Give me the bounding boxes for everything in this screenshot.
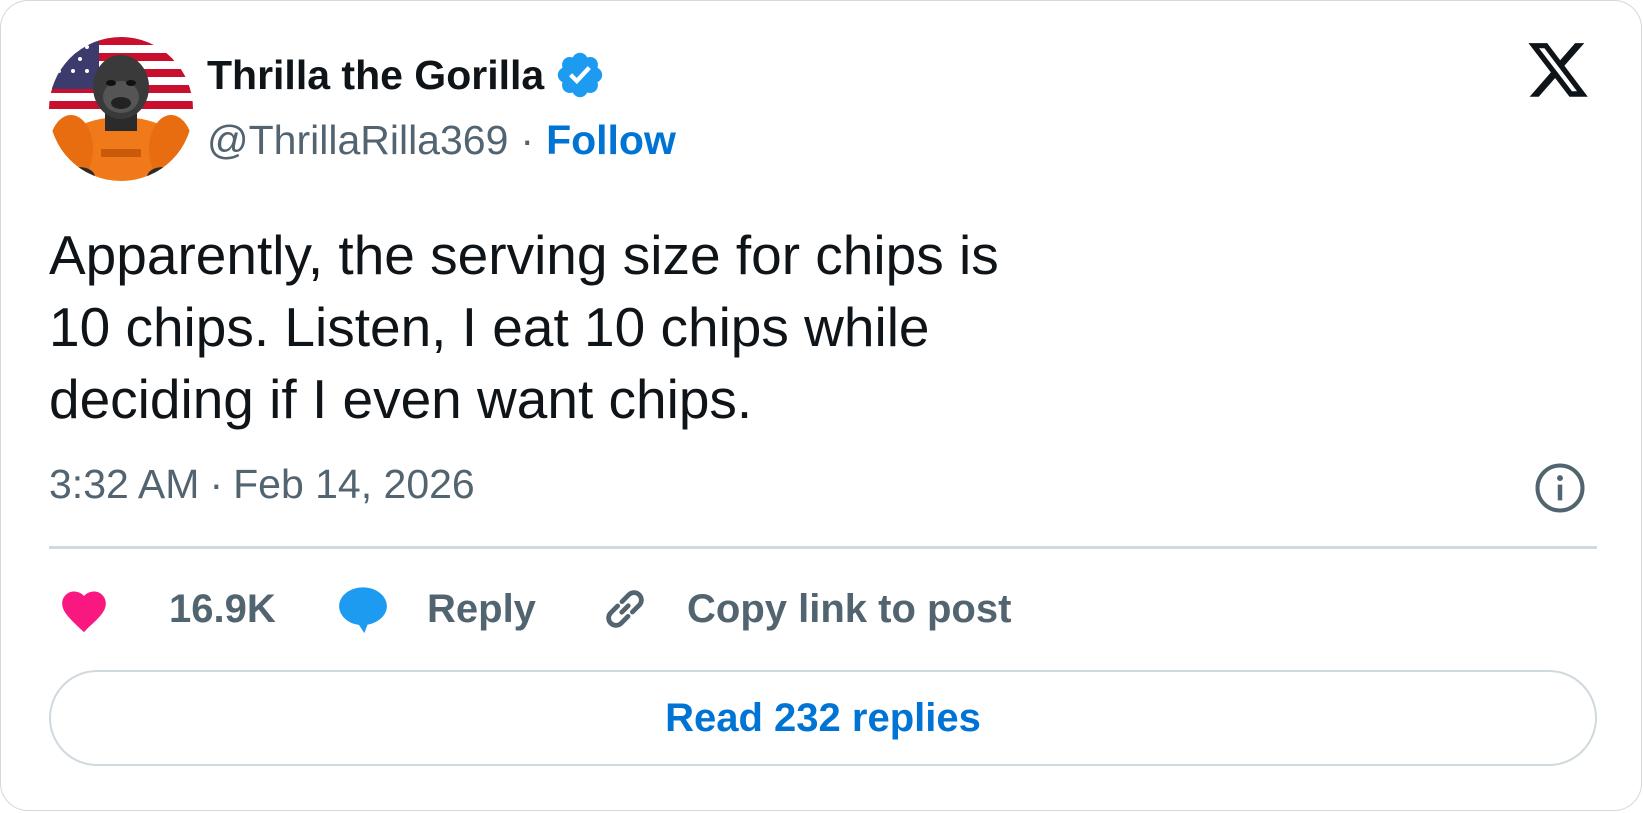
reply-button[interactable]: Reply	[335, 579, 536, 639]
like-count: 16.9K	[169, 586, 276, 631]
x-logo-icon[interactable]	[1525, 43, 1591, 105]
author-display-name[interactable]: Thrilla the Gorilla	[207, 52, 544, 99]
info-icon[interactable]	[1533, 461, 1587, 515]
speech-bubble-icon	[339, 587, 387, 634]
author-avatar[interactable]	[49, 37, 193, 181]
author-handle[interactable]: @ThrillaRilla369	[207, 117, 508, 164]
read-replies-button[interactable]: Read 232 replies	[49, 670, 1597, 766]
verified-badge-icon	[554, 49, 606, 101]
author-handle-row: @ThrillaRilla369 · Follow	[207, 117, 676, 164]
gorilla-avatar-icon	[49, 37, 193, 181]
copy-link-button[interactable]: Copy link to post	[599, 579, 1011, 639]
copy-link-label: Copy link to post	[687, 586, 1012, 631]
heart-icon	[62, 591, 106, 633]
like-button[interactable]: 16.9K	[57, 579, 276, 639]
link-icon	[606, 590, 644, 628]
embedded-post-card: Thrilla the Gorilla @ThrillaRilla369 · F…	[0, 0, 1642, 811]
post-time[interactable]: 3:32 AM	[49, 461, 199, 508]
handle-separator: ·	[520, 117, 535, 163]
reply-label: Reply	[427, 586, 536, 631]
post-text: Apparently, the serving size for chips i…	[49, 224, 999, 430]
timestamp-separator: ·	[209, 461, 224, 507]
author-name-row: Thrilla the Gorilla	[207, 49, 606, 101]
post-timestamp: 3:32 AM · Feb 14, 2026	[49, 461, 475, 508]
divider	[49, 546, 1597, 549]
follow-button[interactable]: Follow	[546, 117, 676, 164]
post-date[interactable]: Feb 14, 2026	[233, 461, 475, 508]
